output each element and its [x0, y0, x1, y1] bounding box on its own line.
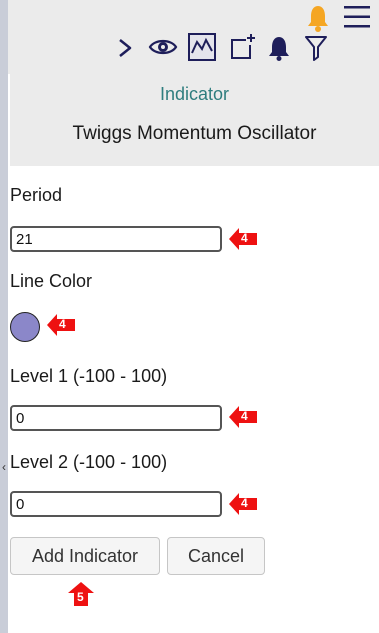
alert-bell-icon[interactable]	[268, 35, 290, 61]
notification-bell-icon[interactable]	[307, 4, 329, 32]
collapse-arrow-icon[interactable]: ‹	[0, 460, 8, 474]
eye-icon[interactable]	[148, 36, 178, 58]
play-icon[interactable]	[115, 36, 135, 60]
cancel-button[interactable]: Cancel	[167, 537, 265, 575]
level2-label: Level 2 (-100 - 100)	[10, 452, 168, 472]
indicator-name: Twiggs Momentum Oscillator	[72, 123, 317, 144]
add-panel-icon[interactable]	[228, 33, 256, 61]
period-label: Period	[10, 185, 63, 205]
hint-number: 4	[59, 317, 66, 331]
period-input[interactable]	[10, 226, 222, 252]
hint-number: 4	[241, 409, 248, 423]
line-color-label: Line Color	[10, 271, 93, 291]
hint-number: 4	[241, 496, 248, 510]
menu-icon[interactable]	[343, 4, 371, 30]
filter-icon[interactable]	[304, 35, 328, 61]
panel-collapse-strip[interactable]: ‹	[0, 0, 8, 633]
toolbar	[0, 0, 379, 74]
add-indicator-button[interactable]: Add Indicator	[10, 537, 160, 575]
level2-input[interactable]	[10, 491, 222, 517]
level1-label: Level 1 (-100 - 100)	[10, 366, 168, 386]
hint-number: 4	[241, 231, 248, 245]
indicator-panel: ‹ Indicator Twiggs Momentum Oscillator P…	[0, 0, 379, 633]
indicator-header: Indicator Twiggs Momentum Oscillator	[10, 74, 379, 166]
line-color-swatch[interactable]	[10, 312, 40, 342]
section-label: Indicator	[159, 84, 230, 104]
indicator-icon[interactable]	[188, 33, 216, 61]
hint-number: 5	[77, 590, 84, 604]
level1-input[interactable]	[10, 405, 222, 431]
